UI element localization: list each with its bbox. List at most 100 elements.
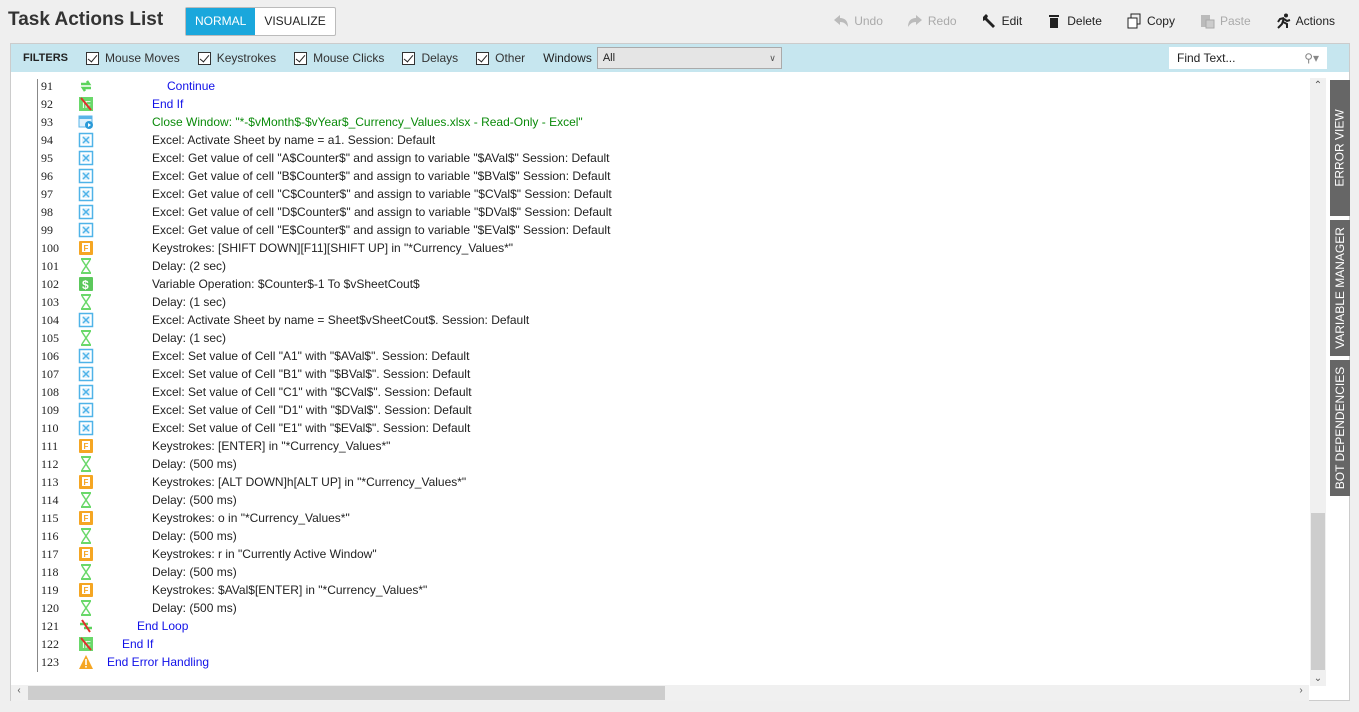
- line-number: 104: [41, 312, 59, 327]
- action-row[interactable]: 103 Delay: (1 sec): [11, 293, 1301, 311]
- action-row[interactable]: 100 F Keystrokes: [SHIFT DOWN][F11][SHIF…: [11, 239, 1301, 257]
- tab-variable-manager[interactable]: VARIABLE MANAGER: [1330, 220, 1350, 356]
- action-text: Excel: Set value of Cell "B1" with "$BVa…: [152, 367, 471, 381]
- paste-button[interactable]: Paste: [1199, 13, 1251, 29]
- excel-icon: [78, 384, 94, 400]
- filter-label: Delays: [421, 51, 459, 65]
- action-row[interactable]: 122 IF End If: [11, 635, 1301, 653]
- action-row[interactable]: 105 Delay: (1 sec): [11, 329, 1301, 347]
- action-row[interactable]: 111 F Keystrokes: [ENTER] in "*Currency_…: [11, 437, 1301, 455]
- action-row[interactable]: 99 Excel: Get value of cell "E$Counter$"…: [11, 221, 1301, 239]
- filter-mouse-moves[interactable]: Mouse Moves: [86, 51, 180, 65]
- checkbox-checked[interactable]: [86, 51, 100, 65]
- action-row[interactable]: 123 End Error Handling: [11, 653, 1301, 671]
- line-number: 92: [41, 96, 53, 111]
- redo-icon: [907, 15, 922, 27]
- checkbox-checked[interactable]: [476, 51, 490, 65]
- action-row[interactable]: 95 Excel: Get value of cell "A$Counter$"…: [11, 149, 1301, 167]
- action-text: Continue: [167, 79, 216, 93]
- line-number: 117: [41, 546, 59, 561]
- action-text: Excel: Set value of Cell "A1" with "$AVa…: [152, 349, 470, 363]
- horizontal-scroll-thumb[interactable]: [28, 686, 665, 700]
- action-row[interactable]: 96 Excel: Get value of cell "B$Counter$"…: [11, 167, 1301, 185]
- action-row[interactable]: 98 Excel: Get value of cell "D$Counter$"…: [11, 203, 1301, 221]
- action-text: Delay: (500 ms): [152, 601, 237, 615]
- action-row[interactable]: 106 Excel: Set value of Cell "A1" with "…: [11, 347, 1301, 365]
- action-row[interactable]: 91 Continue: [11, 77, 1301, 95]
- filter-delays[interactable]: Delays: [402, 51, 458, 65]
- excel-icon: [78, 168, 94, 184]
- copy-button[interactable]: Copy: [1126, 13, 1175, 29]
- find-text-input[interactable]: Find Text... ⚲▾: [1169, 47, 1327, 69]
- horizontal-scrollbar[interactable]: ‹ ›: [11, 685, 1309, 701]
- action-text: Close Window: "*-$vMonth$-$vYear$_Curren…: [152, 115, 583, 129]
- tab-bot-dependencies[interactable]: BOT DEPENDENCIES: [1330, 360, 1350, 496]
- action-row[interactable]: 109 Excel: Set value of Cell "D1" with "…: [11, 401, 1301, 419]
- svg-text:F: F: [84, 586, 89, 595]
- scroll-right-arrow[interactable]: ›: [1293, 685, 1309, 696]
- checkbox-checked[interactable]: [197, 51, 211, 65]
- line-number: 101: [41, 258, 59, 273]
- action-text: Delay: (1 sec): [152, 295, 227, 309]
- action-row[interactable]: 117 F Keystrokes: r in "Currently Active…: [11, 545, 1301, 563]
- action-row[interactable]: 101 Delay: (2 sec): [11, 257, 1301, 275]
- mode-visualize-button[interactable]: VISUALIZE: [255, 8, 334, 35]
- filter-mouse-clicks[interactable]: Mouse Clicks: [294, 51, 384, 65]
- line-number: 94: [41, 132, 53, 147]
- vertical-scroll-thumb[interactable]: [1311, 513, 1325, 670]
- action-text: Keystrokes: [ENTER] in "*Currency_Values…: [152, 439, 391, 453]
- action-row[interactable]: 94 Excel: Activate Sheet by name = a1. S…: [11, 131, 1301, 149]
- search-icon[interactable]: ⚲▾: [1304, 51, 1319, 65]
- action-row[interactable]: 93 Close Window: "*-$vMonth$-$vYear$_Cur…: [11, 113, 1301, 131]
- delete-button[interactable]: Delete: [1046, 13, 1102, 29]
- line-number: 106: [41, 348, 59, 363]
- edit-button[interactable]: Edit: [981, 13, 1022, 29]
- action-text: Keystrokes: [ALT DOWN]h[ALT UP] in "*Cur…: [152, 475, 467, 489]
- scroll-down-arrow[interactable]: ⌄: [1310, 673, 1326, 684]
- svg-text:$: $: [82, 278, 89, 292]
- redo-label: Redo: [927, 14, 957, 28]
- action-row[interactable]: 108 Excel: Set value of Cell "C1" with "…: [11, 383, 1301, 401]
- windows-select[interactable]: All ∨: [596, 47, 782, 69]
- action-row[interactable]: 92 IF End If: [11, 95, 1301, 113]
- undo-button[interactable]: Undo: [833, 13, 883, 29]
- action-row[interactable]: 118 Delay: (500 ms): [11, 563, 1301, 581]
- tab-error-view[interactable]: ERROR VIEW: [1330, 80, 1350, 216]
- scroll-left-arrow[interactable]: ‹: [11, 685, 27, 696]
- checkbox-checked[interactable]: [294, 51, 308, 65]
- action-row[interactable]: 114 Delay: (500 ms): [11, 491, 1301, 509]
- redo-button[interactable]: Redo: [907, 13, 957, 29]
- actions-label: Actions: [1295, 14, 1335, 28]
- action-row[interactable]: 119 F Keystrokes: $AVal$[ENTER] in "*Cur…: [11, 581, 1301, 599]
- filter-keystrokes[interactable]: Keystrokes: [197, 51, 276, 65]
- excel-icon: [78, 366, 94, 382]
- action-row[interactable]: 112 Delay: (500 ms): [11, 455, 1301, 473]
- action-row[interactable]: 116 Delay: (500 ms): [11, 527, 1301, 545]
- line-number: 96: [41, 168, 53, 183]
- mode-normal-button[interactable]: NORMAL: [186, 8, 256, 35]
- excel-icon: [78, 150, 94, 166]
- vertical-scrollbar[interactable]: ⌃ ⌄: [1310, 78, 1326, 686]
- scroll-up-arrow[interactable]: ⌃: [1310, 80, 1326, 91]
- action-row[interactable]: 104 Excel: Activate Sheet by name = Shee…: [11, 311, 1301, 329]
- excel-icon: [78, 204, 94, 220]
- actions-button[interactable]: Actions: [1275, 13, 1335, 29]
- svg-text:F: F: [84, 442, 89, 451]
- line-number: 95: [41, 150, 53, 165]
- keystroke-icon: F: [79, 475, 93, 489]
- action-row[interactable]: 113 F Keystrokes: [ALT DOWN]h[ALT UP] in…: [11, 473, 1301, 491]
- tab-label: ERROR VIEW: [1333, 109, 1347, 187]
- excel-icon: [78, 222, 94, 238]
- action-row[interactable]: 97 Excel: Get value of cell "C$Counter$"…: [11, 185, 1301, 203]
- action-row[interactable]: 110 Excel: Set value of Cell "E1" with "…: [11, 419, 1301, 437]
- action-row[interactable]: 115 F Keystrokes: o in "*Currency_Values…: [11, 509, 1301, 527]
- action-row[interactable]: 121 End Loop: [11, 617, 1301, 635]
- action-row[interactable]: 107 Excel: Set value of Cell "B1" with "…: [11, 365, 1301, 383]
- line-number: 113: [41, 474, 59, 489]
- action-row[interactable]: 102 $ Variable Operation: $Counter$-1 To…: [11, 275, 1301, 293]
- action-row[interactable]: 120 Delay: (500 ms): [11, 599, 1301, 617]
- filter-other[interactable]: Other: [476, 51, 525, 65]
- error-icon: [79, 655, 93, 669]
- line-number: 102: [41, 276, 59, 291]
- checkbox-checked[interactable]: [402, 51, 416, 65]
